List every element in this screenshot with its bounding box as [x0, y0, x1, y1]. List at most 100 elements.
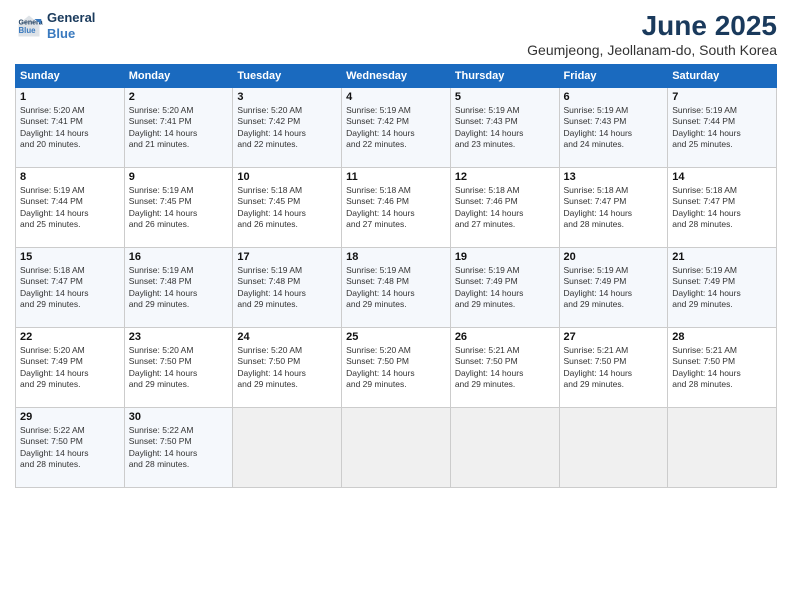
table-row [233, 408, 342, 488]
cell-info: Sunrise: 5:18 AMSunset: 7:47 PMDaylight:… [564, 185, 633, 229]
day-number: 6 [564, 91, 664, 103]
cell-info: Sunrise: 5:19 AMSunset: 7:49 PMDaylight:… [672, 265, 741, 309]
day-number: 29 [20, 411, 120, 423]
table-row: 21 Sunrise: 5:19 AMSunset: 7:49 PMDayligh… [668, 248, 777, 328]
cell-info: Sunrise: 5:20 AMSunset: 7:41 PMDaylight:… [129, 105, 198, 149]
day-number: 2 [129, 91, 229, 103]
cell-info: Sunrise: 5:19 AMSunset: 7:48 PMDaylight:… [237, 265, 306, 309]
cell-info: Sunrise: 5:18 AMSunset: 7:47 PMDaylight:… [20, 265, 89, 309]
day-number: 5 [455, 91, 555, 103]
table-row: 6 Sunrise: 5:19 AMSunset: 7:43 PMDaylight… [559, 88, 668, 168]
day-number: 10 [237, 171, 337, 183]
day-number: 24 [237, 331, 337, 343]
cell-info: Sunrise: 5:19 AMSunset: 7:45 PMDaylight:… [129, 185, 198, 229]
main-title: June 2025 [527, 10, 777, 42]
cell-info: Sunrise: 5:19 AMSunset: 7:48 PMDaylight:… [346, 265, 415, 309]
header: General Blue General Blue June 2025 Geum… [15, 10, 777, 58]
page-container: General Blue General Blue June 2025 Geum… [0, 0, 792, 498]
table-row: 11 Sunrise: 5:18 AMSunset: 7:46 PMDayligh… [342, 168, 451, 248]
calendar: Sunday Monday Tuesday Wednesday Thursday… [15, 64, 777, 488]
title-block: June 2025 Geumjeong, Jeollanam-do, South… [527, 10, 777, 58]
day-number: 23 [129, 331, 229, 343]
calendar-header: Sunday Monday Tuesday Wednesday Thursday… [16, 65, 777, 88]
table-row: 16 Sunrise: 5:19 AMSunset: 7:48 PMDayligh… [124, 248, 233, 328]
day-number: 9 [129, 171, 229, 183]
day-number: 11 [346, 171, 446, 183]
logo-icon: General Blue [15, 12, 43, 40]
table-row: 23 Sunrise: 5:20 AMSunset: 7:50 PMDayligh… [124, 328, 233, 408]
cell-info: Sunrise: 5:19 AMSunset: 7:49 PMDaylight:… [455, 265, 524, 309]
table-row: 3 Sunrise: 5:20 AMSunset: 7:42 PMDaylight… [233, 88, 342, 168]
col-monday: Monday [124, 65, 233, 88]
cell-info: Sunrise: 5:22 AMSunset: 7:50 PMDaylight:… [20, 425, 89, 469]
day-number: 26 [455, 331, 555, 343]
cell-info: Sunrise: 5:19 AMSunset: 7:44 PMDaylight:… [672, 105, 741, 149]
day-number: 13 [564, 171, 664, 183]
cell-info: Sunrise: 5:20 AMSunset: 7:42 PMDaylight:… [237, 105, 306, 149]
col-thursday: Thursday [450, 65, 559, 88]
table-row: 19 Sunrise: 5:19 AMSunset: 7:49 PMDayligh… [450, 248, 559, 328]
col-wednesday: Wednesday [342, 65, 451, 88]
cell-info: Sunrise: 5:22 AMSunset: 7:50 PMDaylight:… [129, 425, 198, 469]
table-row: 10 Sunrise: 5:18 AMSunset: 7:45 PMDayligh… [233, 168, 342, 248]
day-number: 15 [20, 251, 120, 263]
cell-info: Sunrise: 5:20 AMSunset: 7:50 PMDaylight:… [129, 345, 198, 389]
day-number: 28 [672, 331, 772, 343]
table-row: 1Sunrise: 5:20 AMSunset: 7:41 PMDaylight… [16, 88, 125, 168]
cell-info: Sunrise: 5:18 AMSunset: 7:47 PMDaylight:… [672, 185, 741, 229]
table-row: 29 Sunrise: 5:22 AMSunset: 7:50 PMDayligh… [16, 408, 125, 488]
subtitle: Geumjeong, Jeollanam-do, South Korea [527, 42, 777, 58]
logo: General Blue General Blue [15, 10, 95, 41]
day-number: 30 [129, 411, 229, 423]
day-number: 1 [20, 91, 120, 103]
table-row: 22Sunrise: 5:20 AMSunset: 7:49 PMDayligh… [16, 328, 125, 408]
calendar-body: 1 Sunrise: 5:20 AMSunset: 7:41 PMDaylight… [16, 88, 777, 488]
day-number: 3 [237, 91, 337, 103]
col-tuesday: Tuesday [233, 65, 342, 88]
day-number: 7 [672, 91, 772, 103]
day-number: 19 [455, 251, 555, 263]
day-number: 14 [672, 171, 772, 183]
table-row: 5 Sunrise: 5:19 AMSunset: 7:43 PMDaylight… [450, 88, 559, 168]
svg-text:Blue: Blue [19, 26, 37, 35]
day-number: 12 [455, 171, 555, 183]
day-number: 27 [564, 331, 664, 343]
table-row [559, 408, 668, 488]
col-friday: Friday [559, 65, 668, 88]
cell-info: Sunrise: 5:19 AMSunset: 7:42 PMDaylight:… [346, 105, 415, 149]
table-row [668, 408, 777, 488]
table-row [342, 408, 451, 488]
cell-info: Sunrise: 5:21 AMSunset: 7:50 PMDaylight:… [672, 345, 741, 389]
logo-text: General Blue [47, 10, 95, 41]
table-row: 20Sunrise: 5:19 AMSunset: 7:49 PMDayligh… [559, 248, 668, 328]
cell-info: Sunrise: 5:19 AMSunset: 7:49 PMDaylight:… [564, 265, 633, 309]
table-row: 8Sunrise: 5:19 AMSunset: 7:44 PMDaylight… [16, 168, 125, 248]
table-row: 14 Sunrise: 5:18 AMSunset: 7:47 PMDayligh… [668, 168, 777, 248]
day-number: 21 [672, 251, 772, 263]
table-row [450, 408, 559, 488]
cell-info: Sunrise: 5:19 AMSunset: 7:43 PMDaylight:… [564, 105, 633, 149]
table-row: 7 Sunrise: 5:19 AMSunset: 7:44 PMDaylight… [668, 88, 777, 168]
cell-info: Sunrise: 5:19 AMSunset: 7:48 PMDaylight:… [129, 265, 198, 309]
table-row: 25Sunrise: 5:20 AMSunset: 7:50 PMDayligh… [342, 328, 451, 408]
table-row: 2 Sunrise: 5:20 AMSunset: 7:41 PMDaylight… [124, 88, 233, 168]
cell-info: Sunrise: 5:18 AMSunset: 7:45 PMDaylight:… [237, 185, 306, 229]
day-number: 16 [129, 251, 229, 263]
table-row: 27 Sunrise: 5:21 AMSunset: 7:50 PMDayligh… [559, 328, 668, 408]
cell-info: Sunrise: 5:18 AMSunset: 7:46 PMDaylight:… [346, 185, 415, 229]
table-row: 30 Sunrise: 5:22 AMSunset: 7:50 PMDayligh… [124, 408, 233, 488]
cell-info: Sunrise: 5:18 AMSunset: 7:46 PMDaylight:… [455, 185, 524, 229]
cell-info: Sunrise: 5:20 AMSunset: 7:50 PMDaylight:… [237, 345, 306, 389]
day-number: 18 [346, 251, 446, 263]
cell-info: Sunrise: 5:21 AMSunset: 7:50 PMDaylight:… [564, 345, 633, 389]
table-row: 17 Sunrise: 5:19 AMSunset: 7:48 PMDayligh… [233, 248, 342, 328]
table-row: 4Sunrise: 5:19 AMSunset: 7:42 PMDaylight… [342, 88, 451, 168]
cell-info: Sunrise: 5:19 AMSunset: 7:43 PMDaylight:… [455, 105, 524, 149]
table-row: 13 Sunrise: 5:18 AMSunset: 7:47 PMDayligh… [559, 168, 668, 248]
day-number: 22 [20, 331, 120, 343]
table-row: 18 Sunrise: 5:19 AMSunset: 7:48 PMDayligh… [342, 248, 451, 328]
table-row: 12 Sunrise: 5:18 AMSunset: 7:46 PMDayligh… [450, 168, 559, 248]
table-row: 15 Sunrise: 5:18 AMSunset: 7:47 PMDayligh… [16, 248, 125, 328]
table-row: 26Sunrise: 5:21 AMSunset: 7:50 PMDayligh… [450, 328, 559, 408]
day-number: 17 [237, 251, 337, 263]
